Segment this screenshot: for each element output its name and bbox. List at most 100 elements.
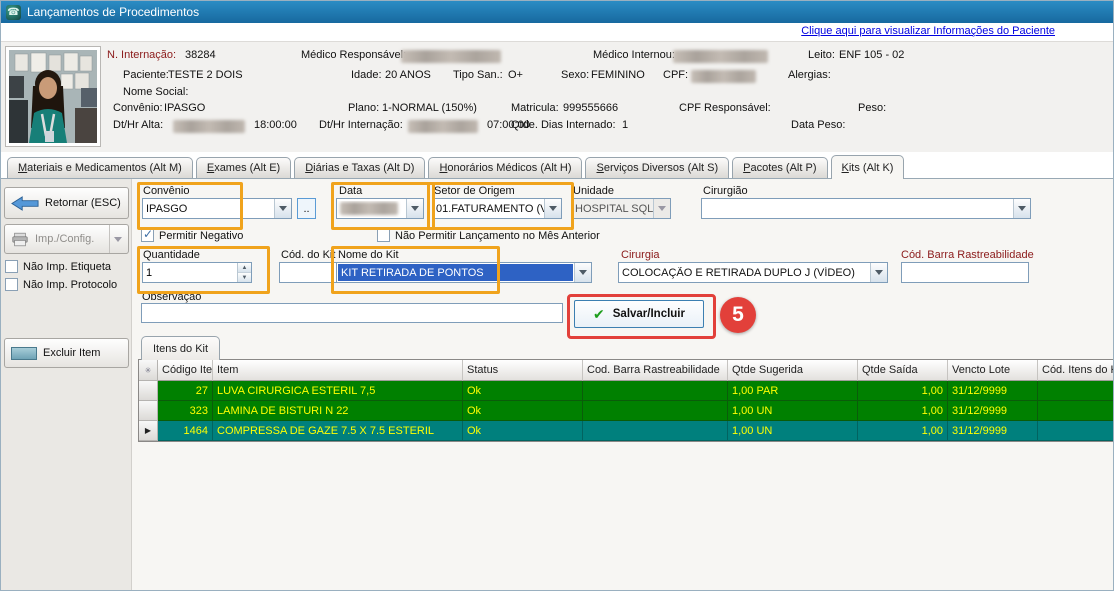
leito-label: Leito: — [808, 49, 835, 61]
tab-diarias-taxas[interactable]: Diárias e Taxas (Alt D) — [294, 157, 425, 178]
imp-config-button[interactable]: Imp./Config. — [4, 224, 129, 254]
setor-origem-combobox[interactable]: 01.FATURAMENTO (VIRTL — [432, 198, 562, 219]
qtde-dias-value: 1 — [622, 119, 628, 131]
row-indicator-cell — [139, 401, 158, 421]
cod-barra-field[interactable] — [901, 262, 1029, 283]
tab-exames[interactable]: Exames (Alt E) — [196, 157, 291, 178]
patient-info-link[interactable]: Clique aqui para visualizar Informações … — [801, 25, 1055, 37]
observacao-input[interactable] — [142, 304, 562, 322]
cell-vencto-lote: 31/12/9999 — [948, 401, 1038, 421]
tab-honorarios-medicos[interactable]: Honorários Médicos (Alt H) — [428, 157, 582, 178]
tab-servicos-diversos[interactable]: Serviços Diversos (Alt S) — [585, 157, 729, 178]
data-combobox[interactable] — [336, 198, 424, 219]
observacao-field[interactable] — [141, 303, 563, 323]
cirurgiao-combobox[interactable] — [701, 198, 1031, 219]
nao-permitir-mes-anterior-checkbox[interactable]: Não Permitir Lançamento no Mês Anterior — [377, 229, 600, 242]
chevron-down-icon[interactable] — [274, 199, 291, 218]
unidade-value: HOSPITAL SQL - MATR — [572, 203, 653, 215]
cirurgia-combobox[interactable]: COLOCAÇÃO E RETIRADA DUPLO J (VÍDEO) — [618, 262, 888, 283]
chevron-down-icon[interactable] — [574, 263, 591, 282]
cod-kit-label: Cód. do Kit — [281, 249, 335, 261]
grid-corner-cell: ✳ — [139, 360, 158, 381]
cell-cod-barra — [583, 401, 728, 421]
retornar-label: Retornar (ESC) — [45, 197, 121, 209]
spin-up-icon[interactable]: ▲ — [238, 263, 251, 273]
convenio-combobox[interactable]: IPASGO — [142, 198, 292, 219]
salvar-incluir-button[interactable]: ✔ Salvar/Incluir — [574, 300, 704, 328]
itens-do-kit-tab[interactable]: Itens do Kit — [141, 336, 220, 360]
column-header-vencto-lote[interactable]: Vencto Lote — [948, 360, 1038, 381]
table-row[interactable]: 1464 COMPRESSA DE GAZE 7.5 X 7.5 ESTERIL… — [139, 421, 1114, 441]
column-header-cod-barra[interactable]: Cod. Barra Rastreabilidade — [583, 360, 728, 381]
nao-imp-protocolo-checkbox[interactable]: Não Imp. Protocolo — [5, 278, 117, 291]
back-arrow-icon — [11, 196, 39, 211]
cell-cod-itens-kit: 67 — [1038, 421, 1114, 441]
column-header-qtde-sugerida[interactable]: Qtde Sugerida — [728, 360, 858, 381]
cod-barra-input[interactable] — [902, 263, 1028, 282]
excluir-item-icon — [11, 347, 37, 360]
quantidade-stepper[interactable]: ▲ ▼ — [142, 262, 252, 283]
row-indicator-cell — [139, 421, 158, 441]
cell-cod-barra — [583, 381, 728, 401]
column-header-status[interactable]: Status — [463, 360, 583, 381]
cell-qtde-sugerida: 1,00 UN — [728, 401, 858, 421]
imp-config-dropdown[interactable] — [109, 225, 122, 253]
left-toolbar: Retornar (ESC) Imp./Config. Não Imp. Eti… — [1, 179, 132, 591]
checkbox-icon — [141, 229, 154, 242]
browse-button[interactable]: .. — [297, 198, 316, 219]
table-row[interactable]: 323 LAMINA DE BISTURI N 22 Ok 1,00 UN 1,… — [139, 401, 1114, 421]
cirurgia-value: COLOCAÇÃO E RETIRADA DUPLO J (VÍDEO) — [619, 267, 870, 279]
medico-internou-label: Médico Internou: — [593, 49, 675, 61]
chevron-down-icon — [114, 237, 122, 242]
row-indicator-cell — [139, 381, 158, 401]
column-header-qtde-saida[interactable]: Qtde Saída — [858, 360, 948, 381]
excluir-item-button[interactable]: Excluir Item — [4, 338, 129, 368]
nao-imp-etiqueta-checkbox[interactable]: Não Imp. Etiqueta — [5, 260, 111, 273]
tab-kits[interactable]: Kits (Alt K) — [831, 155, 905, 179]
leito-value: ENF 105 - 02 — [839, 49, 904, 61]
column-header-codigo-item[interactable]: Código Item — [158, 360, 213, 381]
data-peso-label: Data Peso: — [791, 119, 845, 131]
chevron-down-icon[interactable] — [544, 199, 561, 218]
data-value-redacted — [340, 202, 398, 215]
cell-qtde-saida: 1,00 — [858, 421, 948, 441]
dthr-internacao-date-redacted — [408, 120, 478, 133]
printer-icon — [11, 232, 29, 247]
tipo-san-value: O+ — [508, 69, 523, 81]
tab-pacotes[interactable]: Pacotes (Alt P) — [732, 157, 827, 178]
nome-kit-value: KIT RETIRADA DE PONTOS — [338, 264, 573, 281]
column-header-item[interactable]: Item — [213, 360, 463, 381]
spin-down-icon[interactable]: ▼ — [238, 273, 251, 282]
cpf-responsavel-label: CPF Responsável: — [679, 102, 771, 114]
setor-origem-value: 01.FATURAMENTO (VIRTL — [433, 203, 544, 215]
quantidade-input[interactable] — [143, 263, 237, 282]
cell-qtde-saida: 1,00 — [858, 381, 948, 401]
spinner: ▲ ▼ — [237, 263, 251, 282]
table-row[interactable]: 27 LUVA CIRURGICA ESTERIL 7,5 Ok 1,00 PA… — [139, 381, 1114, 401]
checkbox-icon — [5, 260, 18, 273]
medico-responsavel-label: Médico Responsável: — [301, 49, 406, 61]
permitir-negativo-checkbox[interactable]: Permitir Negativo — [141, 229, 243, 242]
nao-imp-protocolo-label: Não Imp. Protocolo — [23, 279, 117, 291]
nome-kit-combobox[interactable]: KIT RETIRADA DE PONTOS — [336, 262, 592, 283]
dthr-internacao-label: Dt/Hr Internação: — [319, 119, 403, 131]
idade-label: Idade: — [351, 69, 382, 81]
tab-materiais-medicamentos[interactable]: Materiais e Medicamentos (Alt M) — [7, 157, 193, 178]
cell-cod-barra — [583, 421, 728, 441]
retornar-button[interactable]: Retornar (ESC) — [4, 187, 129, 219]
cell-status: Ok — [463, 421, 583, 441]
chevron-down-icon[interactable] — [870, 263, 887, 282]
column-header-cod-itens-kit[interactable]: Cód. Itens do K — [1038, 360, 1114, 381]
chevron-down-icon[interactable] — [1013, 199, 1030, 218]
chevron-down-icon[interactable] — [406, 199, 423, 218]
permitir-negativo-label: Permitir Negativo — [159, 230, 243, 242]
cell-codigo-item: 27 — [158, 381, 213, 401]
dthr-alta-date-redacted — [173, 120, 245, 133]
kit-items-grid: ✳ Código Item Item Status Cod. Barra Ras… — [138, 359, 1114, 442]
patient-header-panel: N. Internação: 38284 Médico Responsável:… — [1, 41, 1113, 152]
tab-strip: Materiais e Medicamentos (Alt M) Exames … — [7, 154, 904, 178]
cell-qtde-sugerida: 1,00 PAR — [728, 381, 858, 401]
unidade-combobox[interactable]: HOSPITAL SQL - MATR — [571, 198, 671, 219]
convenio-header-label: Convênio: — [113, 102, 163, 114]
checkbox-icon — [377, 229, 390, 242]
